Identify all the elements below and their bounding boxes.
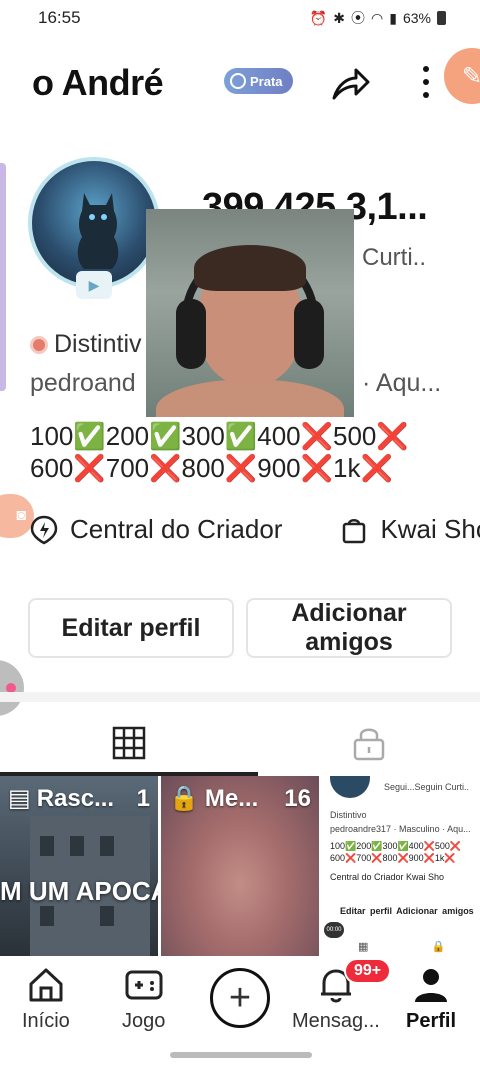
mini-buttons: Editar perfil Adicionar amigos	[340, 906, 474, 916]
mini-info: pedroandre317 · Masculino · Aqu...	[330, 824, 471, 834]
grid-item-header: 🔒 Me... 16	[169, 784, 311, 813]
mini-avatar	[330, 776, 370, 798]
grid-item-private[interactable]: 🔒 Me... 16	[161, 776, 319, 956]
floating-assistant-bubble[interactable]	[0, 660, 24, 716]
shopping-bag-icon	[343, 518, 366, 543]
pip-camera-overlay[interactable]	[146, 209, 354, 417]
section-divider	[0, 692, 480, 702]
grid-item-count: 1	[136, 784, 150, 812]
badge-icon	[30, 335, 48, 354]
tab-private[interactable]	[258, 710, 480, 776]
bottom-navigation: Início Jogo + Mensag... Perfil	[0, 956, 480, 1044]
tier-label: Prata	[250, 73, 283, 89]
add-friends-button[interactable]: Adicionar amigos	[246, 598, 452, 658]
alarm-icon: ⏰	[309, 9, 328, 26]
nav-home[interactable]: Início	[22, 966, 70, 1033]
creator-center-label: Central do Criador	[70, 514, 283, 544]
creator-center-icon	[30, 515, 58, 544]
grid-icon	[112, 726, 146, 760]
edit-brush-button[interactable]: ✎	[444, 48, 480, 104]
nav-profile[interactable]: Perfil	[406, 966, 456, 1033]
mini-links: Central do Criador Kwai Sho	[330, 872, 445, 882]
cat-artwork	[77, 193, 119, 269]
lock-icon: 🔒	[169, 785, 199, 812]
distinctive-badge[interactable]: Distintiv	[30, 330, 142, 359]
profile-bio: 100✅200✅300✅400❌500❌ 600❌700❌800❌900❌1k❌	[30, 421, 409, 483]
grid-item-profile-preview[interactable]: Segui...Seguin Curti.. Distintivo pedroa…	[322, 776, 480, 956]
tier-icon	[230, 73, 246, 89]
drafts-icon: ▤	[8, 785, 31, 812]
screenshot-button[interactable]: ◙	[0, 494, 34, 538]
battery-icon	[437, 11, 446, 25]
brush-icon: ✎	[461, 62, 480, 90]
profile-links: Central do Criador Kwai Sho	[30, 514, 480, 545]
mini-badge: Distintivo	[330, 810, 367, 820]
nav-profile-label: Perfil	[406, 1010, 457, 1032]
content-tabs	[0, 710, 480, 776]
profile-header: o André Prata ✎	[0, 48, 480, 114]
mini-profile-preview: Segui...Seguin Curti.. Distintivo pedroa…	[322, 776, 480, 956]
creator-center-link[interactable]: Central do Criador	[30, 514, 282, 545]
grid-item-count: 16	[284, 784, 311, 812]
gamepad-icon	[125, 970, 163, 1000]
grid-item-caption: M UM APOCA	[0, 876, 158, 906]
camera-icon: ◙	[16, 507, 26, 524]
home-indicator[interactable]	[170, 1052, 312, 1058]
badge-label: Distintiv	[54, 330, 142, 358]
edit-profile-button[interactable]: Editar perfil	[28, 598, 234, 658]
plus-icon: +	[228, 976, 252, 1019]
stat-likes[interactable]: 3,1...	[346, 186, 428, 229]
kwai-shop-link[interactable]: Kwai Sho	[340, 514, 480, 545]
tab-posts-grid[interactable]	[0, 710, 258, 776]
wifi-icon: ◠	[371, 9, 384, 26]
lock-icon	[353, 728, 385, 761]
status-time: 16:55	[38, 8, 81, 27]
profile-info: pedroand	[30, 369, 136, 397]
grid-item-label: Me...	[204, 784, 259, 812]
profile-icon	[415, 969, 448, 1002]
content-grid: ▤ Rasc... 1 M UM APOCA 🔒 Me... 16 Segui.…	[0, 776, 480, 956]
nav-home-label: Início	[22, 1010, 70, 1032]
avatar-play-icon[interactable]: ▶	[76, 271, 112, 299]
grid-item-label: Rasc...	[36, 784, 115, 812]
location-icon: ⦿	[351, 10, 366, 26]
mini-time-badge: 00:00	[324, 922, 344, 938]
profile-username: o André	[32, 62, 164, 103]
grid-item-header: ▤ Rasc... 1	[8, 784, 150, 813]
battery-percent: 63%	[402, 10, 431, 26]
profile-info-tail: · Aqu...	[362, 369, 442, 397]
stat-likes-label: Curti..	[362, 244, 427, 271]
nav-game-label: Jogo	[122, 1010, 166, 1032]
more-options-icon[interactable]	[414, 60, 438, 104]
mini-bio: 100✅200✅300✅400❌500❌ 600❌700❌800❌900❌1k❌	[330, 841, 462, 863]
tier-badge[interactable]: Prata	[224, 68, 293, 94]
notification-badge: 99+	[344, 958, 392, 984]
mini-tabs: ▦ 🔒	[358, 941, 446, 953]
nav-game[interactable]: Jogo	[122, 966, 165, 1033]
share-icon[interactable]	[328, 60, 372, 104]
side-panel-handle[interactable]	[0, 163, 6, 391]
avatar[interactable]	[28, 157, 160, 289]
signal-icon: ▮	[389, 9, 397, 26]
mini-stats: Segui...Seguin Curti..	[384, 782, 470, 792]
status-icons: ⏰ ✱ ⦿ ◠ ▮ 63%	[310, 8, 446, 28]
kwai-shop-label: Kwai Sho	[380, 514, 480, 544]
home-icon	[29, 968, 63, 1002]
bluetooth-icon: ✱	[333, 9, 346, 26]
nav-messages-label: Mensag...	[292, 1010, 380, 1032]
grid-item-drafts[interactable]: ▤ Rasc... 1 M UM APOCA	[0, 776, 158, 956]
status-bar: 16:55 ⏰ ✱ ⦿ ◠ ▮ 63%	[0, 0, 480, 36]
create-button[interactable]: +	[210, 968, 270, 1028]
